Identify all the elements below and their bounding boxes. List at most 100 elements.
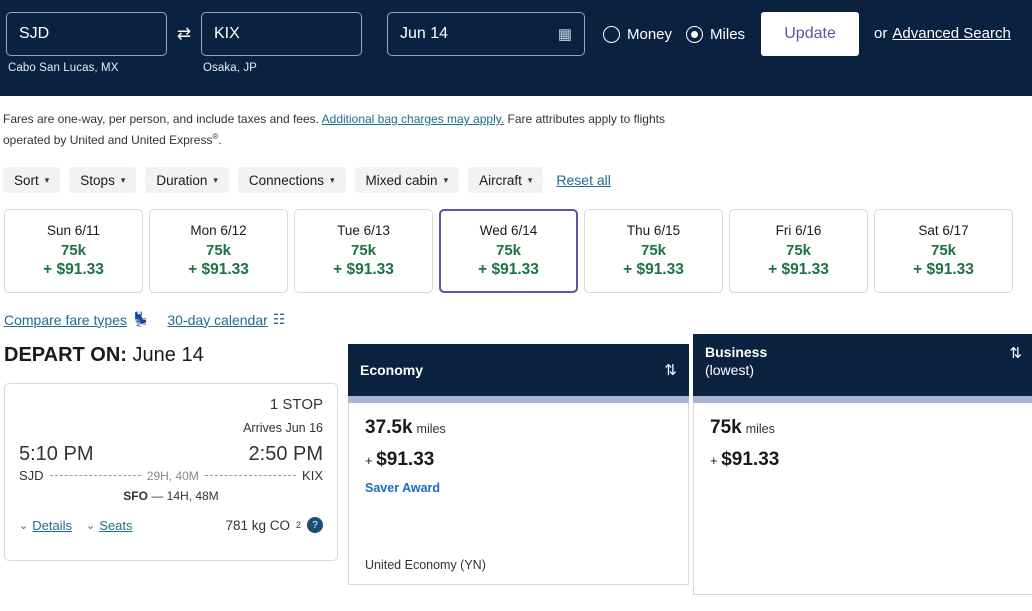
layover-airport: SFO xyxy=(123,489,148,503)
date-card-price: + $91.33 xyxy=(913,261,974,278)
layover-duration: 14H, 48M xyxy=(166,489,219,503)
filter-connections[interactable]: Connections ▾ xyxy=(237,167,346,193)
filter-sort[interactable]: Sort ▾ xyxy=(3,167,61,193)
date-card[interactable]: Sat 6/17 75k + $91.33 xyxy=(874,209,1013,293)
sort-arrows-icon[interactable]: ⇅ xyxy=(664,361,677,379)
details-toggle[interactable]: ⌄ Details xyxy=(19,518,72,533)
origin-city: Cabo San Lucas, MX xyxy=(8,62,119,74)
filter-duration[interactable]: Duration ▾ xyxy=(145,167,229,193)
flight-duration: 29H, 40M xyxy=(146,468,199,483)
fare-award-economy: Saver Award xyxy=(365,481,441,495)
fare-sublabel-business: (lowest) xyxy=(705,362,755,378)
calendar-grid-icon: ☷ xyxy=(272,311,286,327)
chevron-down-icon: ▾ xyxy=(120,174,126,185)
fare-header-economy[interactable]: Economy ⇅ xyxy=(348,344,689,396)
date-card-miles: 75k xyxy=(205,242,232,259)
seats-toggle[interactable]: ⌄ Seats xyxy=(86,518,132,533)
date-card-day: Wed 6/14 xyxy=(479,223,538,238)
fare-miles-economy: 37.5k miles xyxy=(365,417,672,439)
fare-header-business[interactable]: Business (lowest) ⇅ xyxy=(693,334,1032,396)
fare-accent-bar-business xyxy=(693,396,1032,403)
depart-date: June 14 xyxy=(126,344,204,366)
date-card-miles: 75k xyxy=(495,242,522,259)
filter-aircraft[interactable]: Aircraft ▾ xyxy=(468,167,544,193)
radio-money[interactable]: Money xyxy=(603,25,673,43)
sort-arrows-icon[interactable]: ⇅ xyxy=(1009,344,1022,362)
destination-input[interactable]: KIX xyxy=(201,12,362,56)
thirty-day-calendar[interactable]: 30-day calendar ☷ xyxy=(167,311,285,328)
date-card[interactable]: Tue 6/13 75k + $91.33 xyxy=(294,209,433,293)
origin-input[interactable]: SJD xyxy=(6,12,167,56)
filter-duration-label: Duration xyxy=(156,172,208,188)
date-card[interactable]: Mon 6/12 75k + $91.33 xyxy=(149,209,288,293)
update-button[interactable]: Update xyxy=(761,12,860,56)
disclaimer-end: . xyxy=(218,133,222,147)
swap-icon[interactable]: ⇄ xyxy=(169,12,199,56)
chevron-down-icon: ⌄ xyxy=(19,519,29,532)
date-card-miles: 75k xyxy=(60,242,87,259)
co2-emissions: 781 kg CO 2 ? xyxy=(225,517,323,533)
date-card-price: + $91.33 xyxy=(768,261,829,278)
arrives-label: Arrives Jun 16 xyxy=(243,421,323,435)
date-card-price: + $91.33 xyxy=(43,261,104,278)
fare-price-plus-economy: + xyxy=(365,453,377,468)
radio-miles[interactable]: Miles xyxy=(686,25,745,43)
date-card-day: Thu 6/15 xyxy=(626,223,681,238)
fare-header-text-business: Business (lowest) xyxy=(705,344,767,379)
date-card-price: + $91.33 xyxy=(478,261,539,278)
date-card-price: + $91.33 xyxy=(188,261,249,278)
arrive-time: 2:50 PM xyxy=(248,443,323,465)
reset-all-link[interactable]: Reset all xyxy=(556,172,610,188)
date-input[interactable]: Jun 14 ▦ xyxy=(387,12,585,56)
date-card-miles: 75k xyxy=(785,242,812,259)
fare-price-economy: + $91.33 xyxy=(365,449,672,471)
fare-cabin-economy: United Economy (YN) xyxy=(365,558,486,572)
fare-miles-value-business: 75k xyxy=(710,417,742,438)
fare-name-economy: Economy xyxy=(360,361,424,378)
filter-aircraft-label: Aircraft xyxy=(479,172,522,188)
filter-stops[interactable]: Stops ▾ xyxy=(69,167,137,193)
flight-card[interactable]: 1 STOP Arrives Jun 16 5:10 PM 2:50 PM SJ… xyxy=(4,383,338,561)
fare-column-economy: Economy ⇅ 37.5k miles + $91.33 Saver Awar… xyxy=(348,344,689,585)
date-card-selected[interactable]: Wed 6/14 75k + $91.33 xyxy=(439,209,578,293)
date-card-price: + $91.33 xyxy=(333,261,394,278)
disclaimer-part1: Fares are one-way, per person, and inclu… xyxy=(3,112,322,126)
date-card-miles: 75k xyxy=(350,242,377,259)
flight-column: DEPART ON: June 14 1 STOP Arrives Jun 16… xyxy=(0,344,345,561)
fare-disclaimer: Fares are one-way, per person, and inclu… xyxy=(0,96,690,149)
date-card-day: Sun 6/11 xyxy=(46,223,101,238)
date-card[interactable]: Thu 6/15 75k + $91.33 xyxy=(584,209,723,293)
dash-right xyxy=(204,475,297,476)
search-form: SJD Cabo San Lucas, MX ⇄ KIX Osaka, JP J… xyxy=(0,12,1032,74)
compare-fare-types[interactable]: Compare fare types 💺 xyxy=(4,311,149,328)
flight-card-footer: ⌄ Details ⌄ Seats 781 kg CO 2 ? xyxy=(19,517,323,533)
date-strip: Sun 6/11 75k + $91.33 Mon 6/12 75k + $91… xyxy=(0,193,1032,293)
search-header: SJD Cabo San Lucas, MX ⇄ KIX Osaka, JP J… xyxy=(0,0,1032,96)
help-icon[interactable]: ? xyxy=(307,517,323,533)
date-card[interactable]: Sun 6/11 75k + $91.33 xyxy=(4,209,143,293)
radio-money-dot[interactable] xyxy=(603,25,620,43)
results-area: DEPART ON: June 14 1 STOP Arrives Jun 16… xyxy=(0,334,1032,595)
depart-time: 5:10 PM xyxy=(19,443,94,465)
destination-city: Osaka, JP xyxy=(203,62,257,74)
bag-charges-link[interactable]: Additional bag charges may apply. xyxy=(322,112,505,126)
footer-links: ⌄ Details ⌄ Seats xyxy=(19,518,132,533)
fare-body-economy[interactable]: 37.5k miles + $91.33 Saver Award United E… xyxy=(348,403,689,585)
chevron-down-icon: ⌄ xyxy=(85,519,96,532)
chevron-down-icon: ▾ xyxy=(527,174,533,185)
calendar-icon[interactable]: ▦ xyxy=(558,27,572,42)
fare-header-text-economy: Economy xyxy=(360,362,423,379)
radio-miles-dot[interactable] xyxy=(686,25,704,43)
radio-money-label: Money xyxy=(627,25,673,43)
filter-mixed-cabin-label: Mixed cabin xyxy=(365,172,438,188)
filter-mixed-cabin[interactable]: Mixed cabin ▾ xyxy=(354,167,460,193)
details-label: Details xyxy=(32,517,72,533)
date-card[interactable]: Fri 6/16 75k + $91.33 xyxy=(729,209,868,293)
date-card-day: Fri 6/16 xyxy=(775,223,822,238)
fare-body-business[interactable]: 75k miles + $91.33 xyxy=(693,403,1032,595)
filter-connections-label: Connections xyxy=(248,172,324,188)
advanced-search-link[interactable]: Advanced Search xyxy=(892,12,1010,56)
date-field-wrap: Jun 14 ▦ xyxy=(387,12,585,56)
compare-links-row: Compare fare types 💺 30-day calendar ☷ xyxy=(0,293,1032,328)
date-card-day: Sat 6/17 xyxy=(918,223,969,238)
